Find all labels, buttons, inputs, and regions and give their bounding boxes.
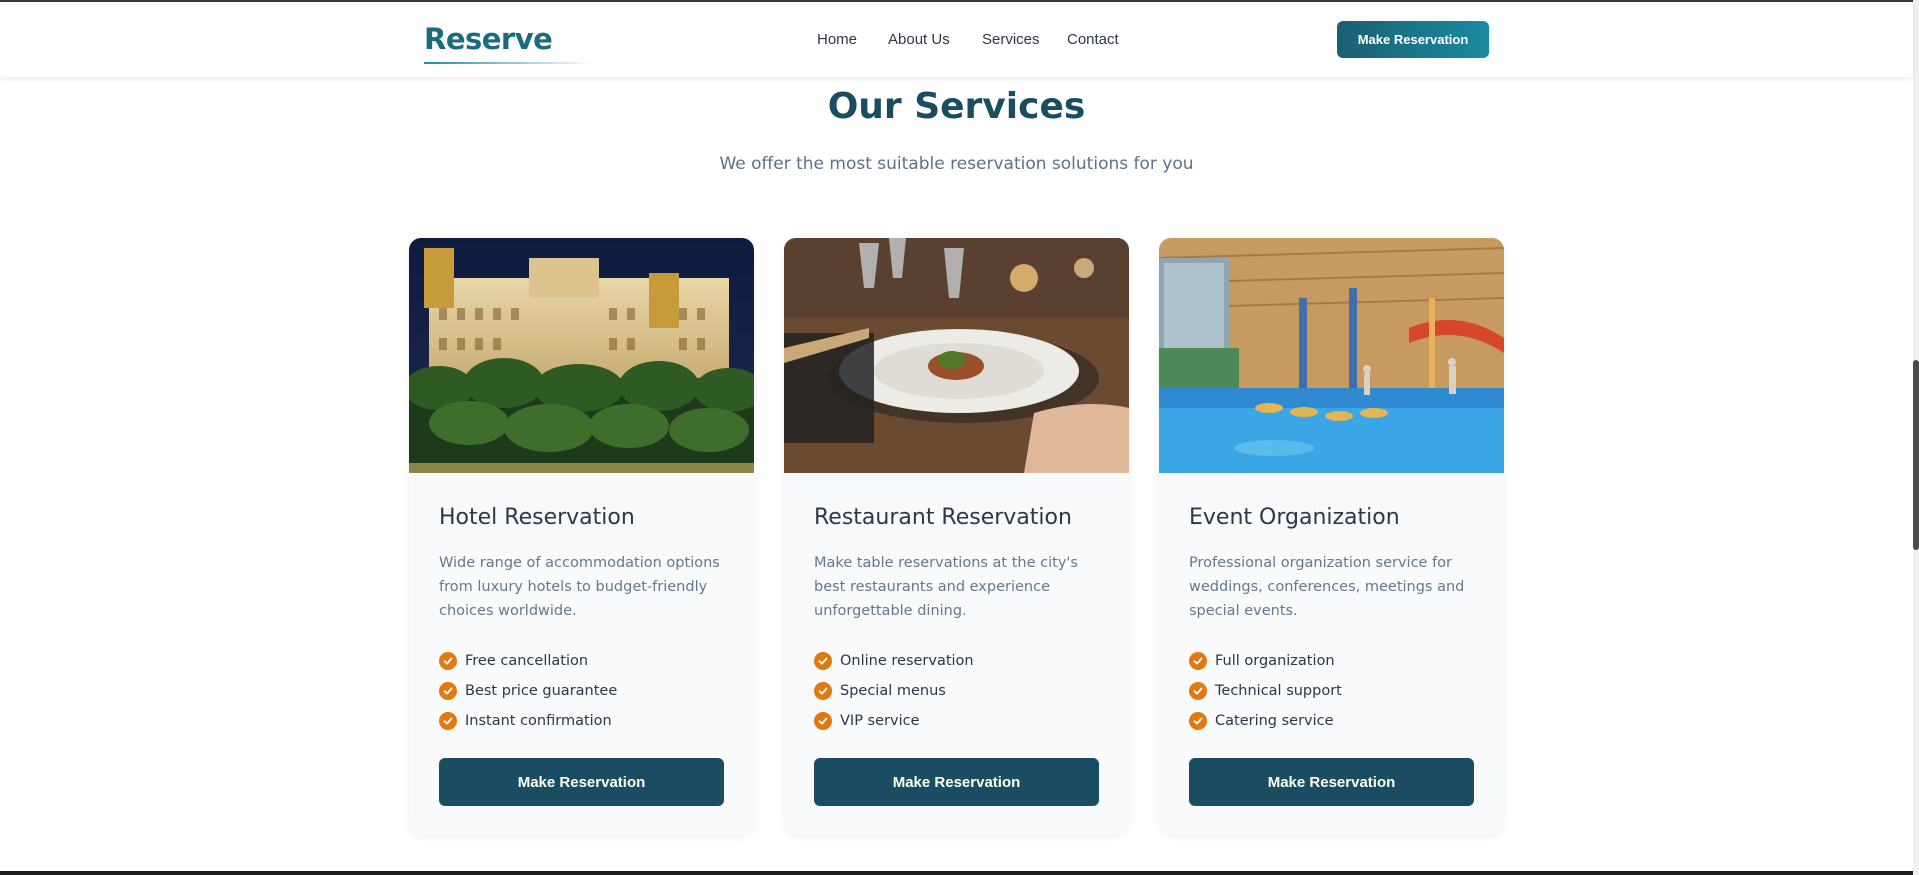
feature-label: Catering service xyxy=(1215,713,1334,729)
feature-item: Technical support xyxy=(1189,676,1342,706)
card-description: Professional organization service for we… xyxy=(1189,555,1465,619)
check-circle-icon xyxy=(1189,682,1207,700)
card-description: Wide range of accommodation options from… xyxy=(439,555,720,619)
check-circle-icon xyxy=(814,652,832,670)
feature-label: VIP service xyxy=(840,713,920,729)
check-circle-icon xyxy=(439,682,457,700)
feature-label: Full organization xyxy=(1215,653,1335,669)
check-circle-icon xyxy=(439,652,457,670)
nav-contact[interactable]: Contact xyxy=(1067,31,1119,48)
feature-item: Special menus xyxy=(814,676,974,706)
check-circle-icon xyxy=(814,712,832,730)
service-card-restaurant: Restaurant Reservation Make table reserv… xyxy=(784,238,1129,835)
restaurant-image xyxy=(784,238,1129,473)
card-title: Hotel Reservation xyxy=(439,505,635,530)
feature-item: Online reservation xyxy=(814,646,974,676)
feature-label: Online reservation xyxy=(840,653,974,669)
feature-list: Online reservation Special menus VIP ser… xyxy=(814,646,974,736)
card-title: Restaurant Reservation xyxy=(814,505,1072,530)
feature-item: Instant confirmation xyxy=(439,706,617,736)
feature-item: Best price guarantee xyxy=(439,676,617,706)
check-circle-icon xyxy=(1189,712,1207,730)
event-image xyxy=(1159,238,1504,473)
make-reservation-button[interactable]: Make Reservation xyxy=(814,758,1099,806)
feature-list: Full organization Technical support Cate… xyxy=(1189,646,1342,736)
feature-label: Instant confirmation xyxy=(465,713,612,729)
feature-list: Free cancellation Best price guarantee I… xyxy=(439,646,617,736)
feature-label: Free cancellation xyxy=(465,653,589,669)
feature-label: Technical support xyxy=(1215,683,1342,699)
feature-label: Special menus xyxy=(840,683,946,699)
check-circle-icon xyxy=(814,682,832,700)
make-reservation-button[interactable]: Make Reservation xyxy=(439,758,724,806)
nav-services[interactable]: Services xyxy=(982,31,1040,48)
section-subtitle: We offer the most suitable reservation s… xyxy=(719,154,1194,174)
service-card-event: Event Organization Professional organiza… xyxy=(1159,238,1504,835)
card-description: Make table reservations at the city's be… xyxy=(814,555,1078,619)
page-scrollbar-thumb[interactable] xyxy=(1913,360,1919,550)
card-title: Event Organization xyxy=(1189,505,1400,530)
section-title: Our Services xyxy=(827,86,1086,127)
logo-underline xyxy=(424,62,594,64)
nav-home[interactable]: Home xyxy=(817,31,857,48)
hotel-image xyxy=(409,238,754,473)
footer-top-edge xyxy=(0,871,1913,875)
nav-about-us[interactable]: About Us xyxy=(888,31,950,48)
service-card-hotel: Hotel Reservation Wide range of accommod… xyxy=(409,238,754,835)
feature-label: Best price guarantee xyxy=(465,683,618,699)
site-header: Reserve Home About Us Services Contact M… xyxy=(0,2,1913,77)
site-logo[interactable]: Reserve xyxy=(424,22,553,56)
feature-item: Catering service xyxy=(1189,706,1342,736)
check-circle-icon xyxy=(439,712,457,730)
check-circle-icon xyxy=(1189,652,1207,670)
feature-item: Full organization xyxy=(1189,646,1342,676)
make-reservation-button[interactable]: Make Reservation xyxy=(1189,758,1474,806)
feature-item: Free cancellation xyxy=(439,646,617,676)
feature-item: VIP service xyxy=(814,706,974,736)
header-make-reservation-button[interactable]: Make Reservation xyxy=(1337,21,1489,58)
